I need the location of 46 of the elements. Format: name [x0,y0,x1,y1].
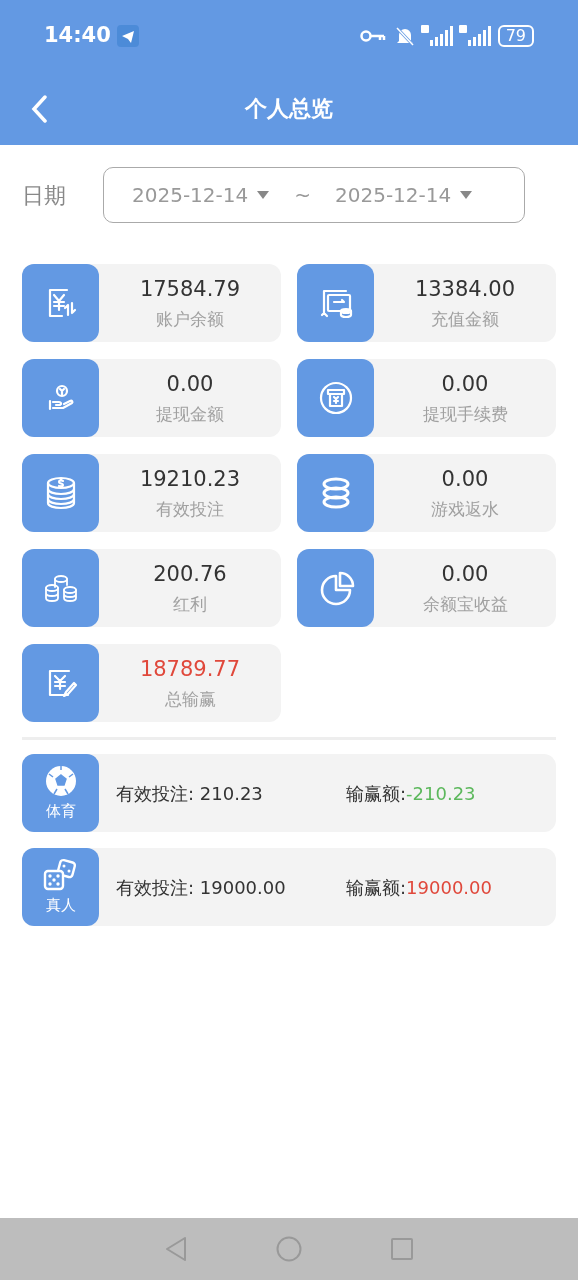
recents-nav-icon[interactable] [390,1237,414,1261]
game-name: 真人 [45,894,76,916]
back-nav-icon[interactable] [164,1236,188,1262]
bet-amount: 有效投注: 210.23 [116,781,264,806]
dropdown-icon [256,190,271,200]
stat-label: 账户余额 [156,308,224,331]
stat-label: 提现金额 [156,403,224,426]
game-name: 体育 [45,800,76,822]
stat-label: 提现手续费 [422,403,508,426]
battery-indicator: 79 [497,25,534,47]
result-amount: -210.23 [406,781,476,806]
page-title: 个人总览 [245,95,333,123]
end-date: 2025-12-14 [335,182,452,209]
bell-off-icon [393,25,416,47]
stat-value: 0.00 [166,370,214,398]
stat-value: 0.00 [441,465,489,493]
result-label: 输赢额: [346,875,407,900]
range-separator: ~ [294,182,311,209]
stat-label: 红利 [173,593,207,616]
stat-value: 200.76 [153,560,227,588]
stat-value: 17584.79 [139,275,241,303]
stat-label: 总输赢 [164,688,216,711]
start-date: 2025-12-14 [132,182,249,209]
soccer-ball-icon [43,763,78,798]
telegram-icon [116,25,139,47]
stat-value: 18789.77 [139,655,241,683]
dropdown-icon [459,190,474,200]
stat-label: 充值金额 [431,308,499,331]
stat-label: 有效投注 [156,498,224,521]
stat-label: 余额宝收益 [422,593,508,616]
stat-label: 游戏返水 [431,498,499,521]
key-icon [359,29,386,43]
result-label: 输赢额: [346,781,407,806]
home-nav-icon[interactable] [276,1236,302,1262]
bet-amount: 有效投注: 19000.00 [116,875,287,900]
signal-icon [419,24,454,48]
status-time: 14:40 [44,22,111,50]
date-label: 日期 [22,181,67,210]
stat-value: 0.00 [441,560,489,588]
back-icon [30,94,48,123]
stat-value: 0.00 [441,370,489,398]
stat-value: 19210.23 [139,465,241,493]
date-range-field[interactable]: 2025-12-14 ~ 2025-12-14 [103,167,525,223]
stat-value: 13384.00 [414,275,516,303]
signal-icon [457,24,492,48]
result-amount: 19000.00 [406,875,492,900]
